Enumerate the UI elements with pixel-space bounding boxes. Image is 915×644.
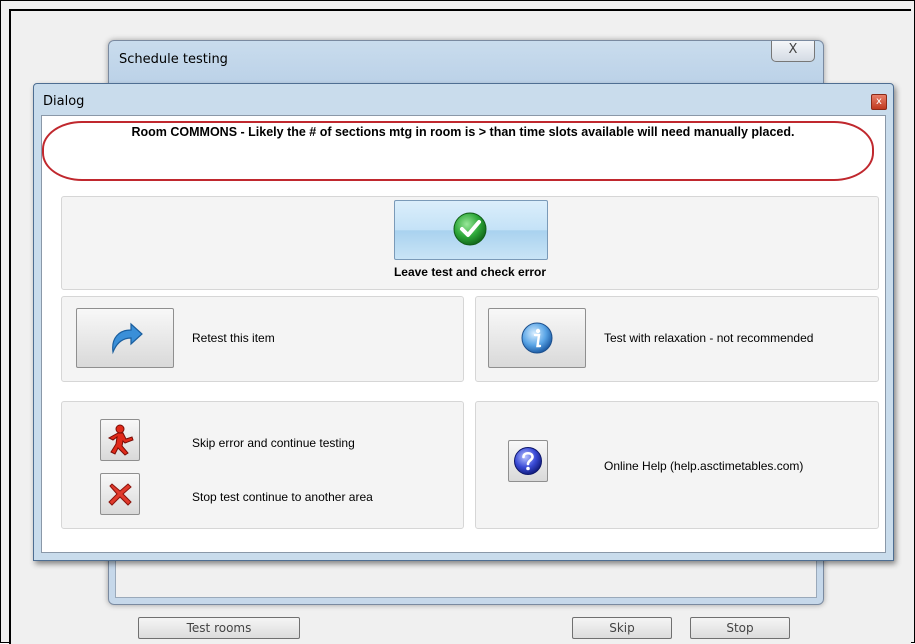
dialog-title: Dialog — [43, 94, 85, 109]
leave-test-button[interactable] — [394, 200, 548, 260]
stop-button[interactable]: Stop — [690, 617, 790, 639]
error-message: Room COMMONS - Likely the # of sections … — [131, 125, 795, 139]
schedule-testing-close-button[interactable]: X — [771, 41, 815, 62]
test-rooms-button[interactable]: Test rooms — [138, 617, 300, 639]
online-help-label: Online Help (help.asctimetables.com) — [604, 459, 804, 473]
skip-stop-panel: Skip error and continue testing Stop tes… — [61, 401, 464, 529]
dialog-client: Room COMMONS - Likely the # of sections … — [41, 115, 886, 553]
leave-test-label: Leave test and check error — [393, 265, 547, 279]
dialog-close-button[interactable]: x — [871, 94, 887, 110]
retest-panel: Retest this item — [61, 296, 464, 382]
close-icon: x — [876, 96, 882, 107]
green-check-icon — [453, 212, 487, 246]
relaxation-label: Test with relaxation - not recommended — [604, 331, 814, 345]
skip-error-button[interactable] — [100, 419, 140, 461]
skip-error-label: Skip error and continue testing — [192, 436, 355, 450]
blue-curved-arrow-icon — [112, 322, 143, 355]
help-panel: Online Help (help.asctimetables.com) — [475, 401, 879, 529]
close-icon: X — [788, 42, 798, 57]
skip-button[interactable]: Skip — [572, 617, 672, 639]
test-relaxation-button[interactable] — [488, 308, 586, 368]
stop-test-label: Stop test continue to another area — [192, 490, 373, 504]
info-icon — [521, 322, 553, 354]
error-dialog: Dialog x Room COMMONS - Likely the # of … — [33, 83, 894, 561]
leave-test-panel: Leave test and check error — [61, 196, 879, 290]
retest-label: Retest this item — [192, 331, 275, 345]
red-x-icon — [108, 483, 132, 506]
online-help-button[interactable] — [508, 440, 548, 482]
schedule-testing-title: Schedule testing — [119, 52, 228, 67]
retest-button[interactable] — [76, 308, 174, 368]
red-running-man-icon — [107, 424, 134, 456]
relaxation-panel: Test with relaxation - not recommended — [475, 296, 879, 382]
question-icon — [514, 447, 542, 475]
stop-test-button[interactable] — [100, 473, 140, 515]
